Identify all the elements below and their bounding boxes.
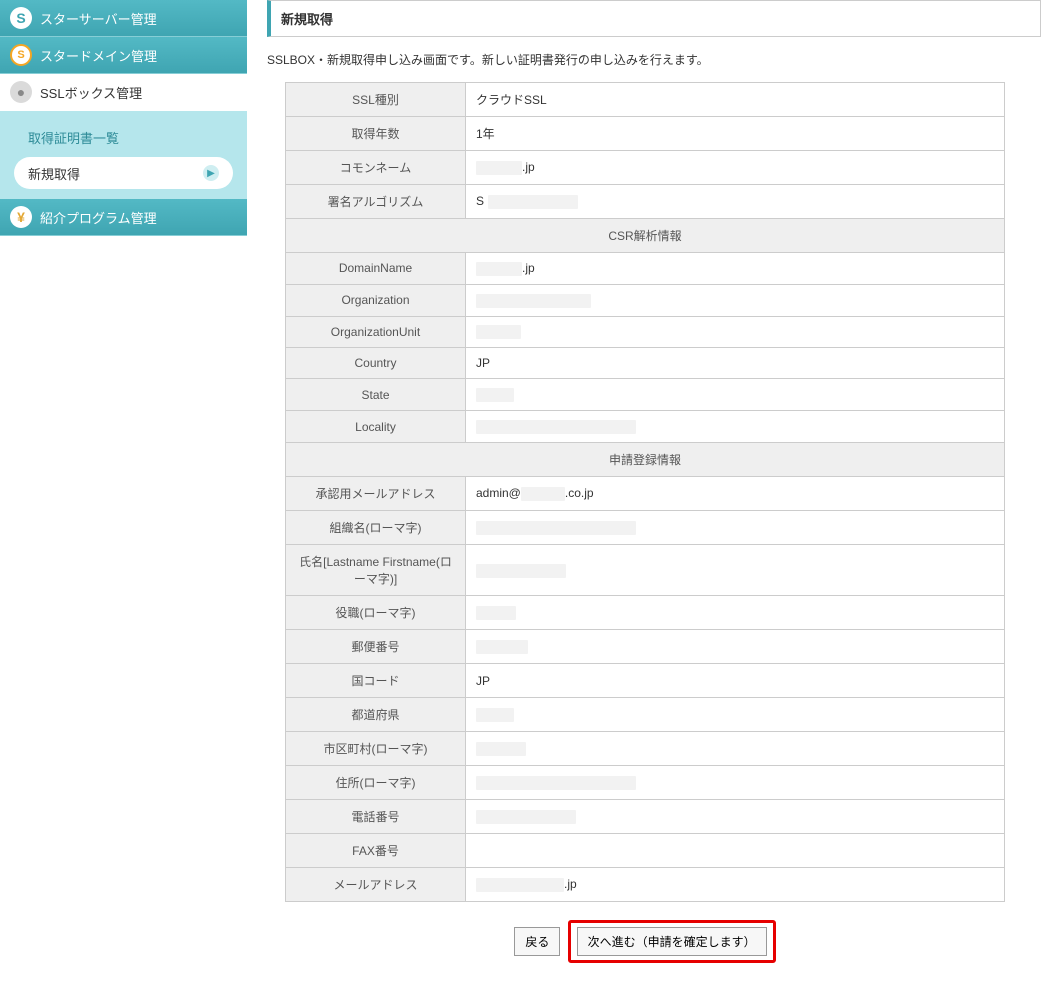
value: [466, 732, 1005, 766]
main-content: 新規取得 SSLBOX・新規取得申し込み画面です。新しい証明書発行の申し込みを行…: [247, 0, 1061, 993]
label: 組織名(ローマ字): [286, 511, 466, 545]
label: 氏名[Lastname Firstname(ローマ字)]: [286, 545, 466, 596]
back-button[interactable]: 戻る: [514, 927, 560, 956]
label: 承認用メールアドレス: [286, 477, 466, 511]
form-table: SSL種別 クラウドSSL 取得年数 1年 コモンネーム .jp 署名アルゴリズ…: [285, 82, 1005, 902]
page-title: 新規取得: [267, 0, 1041, 37]
row-title-roman: 役職(ローマ字): [286, 596, 1005, 630]
row-organization-unit: OrganizationUnit: [286, 316, 1005, 348]
label: 都道府県: [286, 698, 466, 732]
row-postal: 郵便番号: [286, 630, 1005, 664]
subnav-cert-list[interactable]: 取得証明書一覧: [14, 121, 233, 153]
label: 電話番号: [286, 800, 466, 834]
row-country: Country JP: [286, 348, 1005, 379]
row-state: State: [286, 379, 1005, 411]
page-description: SSLBOX・新規取得申し込み画面です。新しい証明書発行の申し込みを行えます。: [267, 51, 1041, 68]
label: FAX番号: [286, 834, 466, 868]
value: [466, 379, 1005, 411]
label: 市区町村(ローマ字): [286, 732, 466, 766]
label: State: [286, 379, 466, 411]
value: [466, 834, 1005, 868]
value: [466, 800, 1005, 834]
label: 国コード: [286, 664, 466, 698]
row-city-roman: 市区町村(ローマ字): [286, 732, 1005, 766]
row-org-roman: 組織名(ローマ字): [286, 511, 1005, 545]
row-common-name: コモンネーム .jp: [286, 151, 1005, 185]
sslbox-icon: ●: [10, 81, 32, 103]
value: .jp: [466, 868, 1005, 902]
value: クラウドSSL: [466, 83, 1005, 117]
label: Locality: [286, 411, 466, 443]
section-csr: CSR解析情報: [286, 219, 1005, 253]
row-country-code: 国コード JP: [286, 664, 1005, 698]
value: .jp: [466, 253, 1005, 285]
value: [466, 596, 1005, 630]
value: .jp: [466, 151, 1005, 185]
nav-star-domain[interactable]: S スタードメイン管理: [0, 37, 247, 74]
value: S: [466, 185, 1005, 219]
value: [466, 766, 1005, 800]
subnav-label: 新規取得: [28, 164, 80, 183]
subnav-label: 取得証明書一覧: [28, 128, 119, 147]
label: SSL種別: [286, 83, 466, 117]
domain-icon: S: [10, 44, 32, 66]
label: 郵便番号: [286, 630, 466, 664]
row-sig-alg: 署名アルゴリズム S: [286, 185, 1005, 219]
label: Organization: [286, 284, 466, 316]
nav-label: 紹介プログラム管理: [40, 208, 157, 227]
value: [466, 284, 1005, 316]
section-label: 申請登録情報: [286, 443, 1005, 477]
sub-nav: 取得証明書一覧 新規取得 ▶: [0, 111, 247, 199]
row-email: メールアドレス .jp: [286, 868, 1005, 902]
label: コモンネーム: [286, 151, 466, 185]
label: DomainName: [286, 253, 466, 285]
value: 1年: [466, 117, 1005, 151]
label: Country: [286, 348, 466, 379]
subnav-new-acquire[interactable]: 新規取得 ▶: [14, 157, 233, 189]
next-button[interactable]: 次へ進む（申請を確定します）: [577, 927, 767, 956]
yen-icon: ¥: [10, 206, 32, 228]
value: [466, 698, 1005, 732]
row-ssl-type: SSL種別 クラウドSSL: [286, 83, 1005, 117]
value: [466, 511, 1005, 545]
button-row: 戻る 次へ進む（申請を確定します）: [285, 920, 1005, 963]
row-organization: Organization: [286, 284, 1005, 316]
value: JP: [466, 348, 1005, 379]
row-phone: 電話番号: [286, 800, 1005, 834]
label: OrganizationUnit: [286, 316, 466, 348]
sidebar: S スターサーバー管理 S スタードメイン管理 ● SSLボックス管理 取得証明…: [0, 0, 247, 993]
next-button-highlight: 次へ進む（申請を確定します）: [568, 920, 776, 963]
nav-label: スターサーバー管理: [40, 9, 157, 28]
value: JP: [466, 664, 1005, 698]
row-prefecture: 都道府県: [286, 698, 1005, 732]
value: admin@.co.jp: [466, 477, 1005, 511]
label: 取得年数: [286, 117, 466, 151]
play-icon: ▶: [203, 165, 219, 181]
row-years: 取得年数 1年: [286, 117, 1005, 151]
section-label: CSR解析情報: [286, 219, 1005, 253]
label: 役職(ローマ字): [286, 596, 466, 630]
row-domain-name: DomainName .jp: [286, 253, 1005, 285]
row-locality: Locality: [286, 411, 1005, 443]
nav-sslbox[interactable]: ● SSLボックス管理: [0, 74, 247, 111]
value: [466, 630, 1005, 664]
nav-star-server[interactable]: S スターサーバー管理: [0, 0, 247, 37]
value: [466, 411, 1005, 443]
value: [466, 545, 1005, 596]
nav-referral[interactable]: ¥ 紹介プログラム管理: [0, 199, 247, 236]
value: [466, 316, 1005, 348]
server-icon: S: [10, 7, 32, 29]
nav-label: SSLボックス管理: [40, 83, 142, 102]
label: メールアドレス: [286, 868, 466, 902]
nav-label: スタードメイン管理: [40, 46, 157, 65]
row-approval-email: 承認用メールアドレス admin@.co.jp: [286, 477, 1005, 511]
row-address-roman: 住所(ローマ字): [286, 766, 1005, 800]
label: 住所(ローマ字): [286, 766, 466, 800]
row-name-roman: 氏名[Lastname Firstname(ローマ字)]: [286, 545, 1005, 596]
section-application: 申請登録情報: [286, 443, 1005, 477]
row-fax: FAX番号: [286, 834, 1005, 868]
label: 署名アルゴリズム: [286, 185, 466, 219]
